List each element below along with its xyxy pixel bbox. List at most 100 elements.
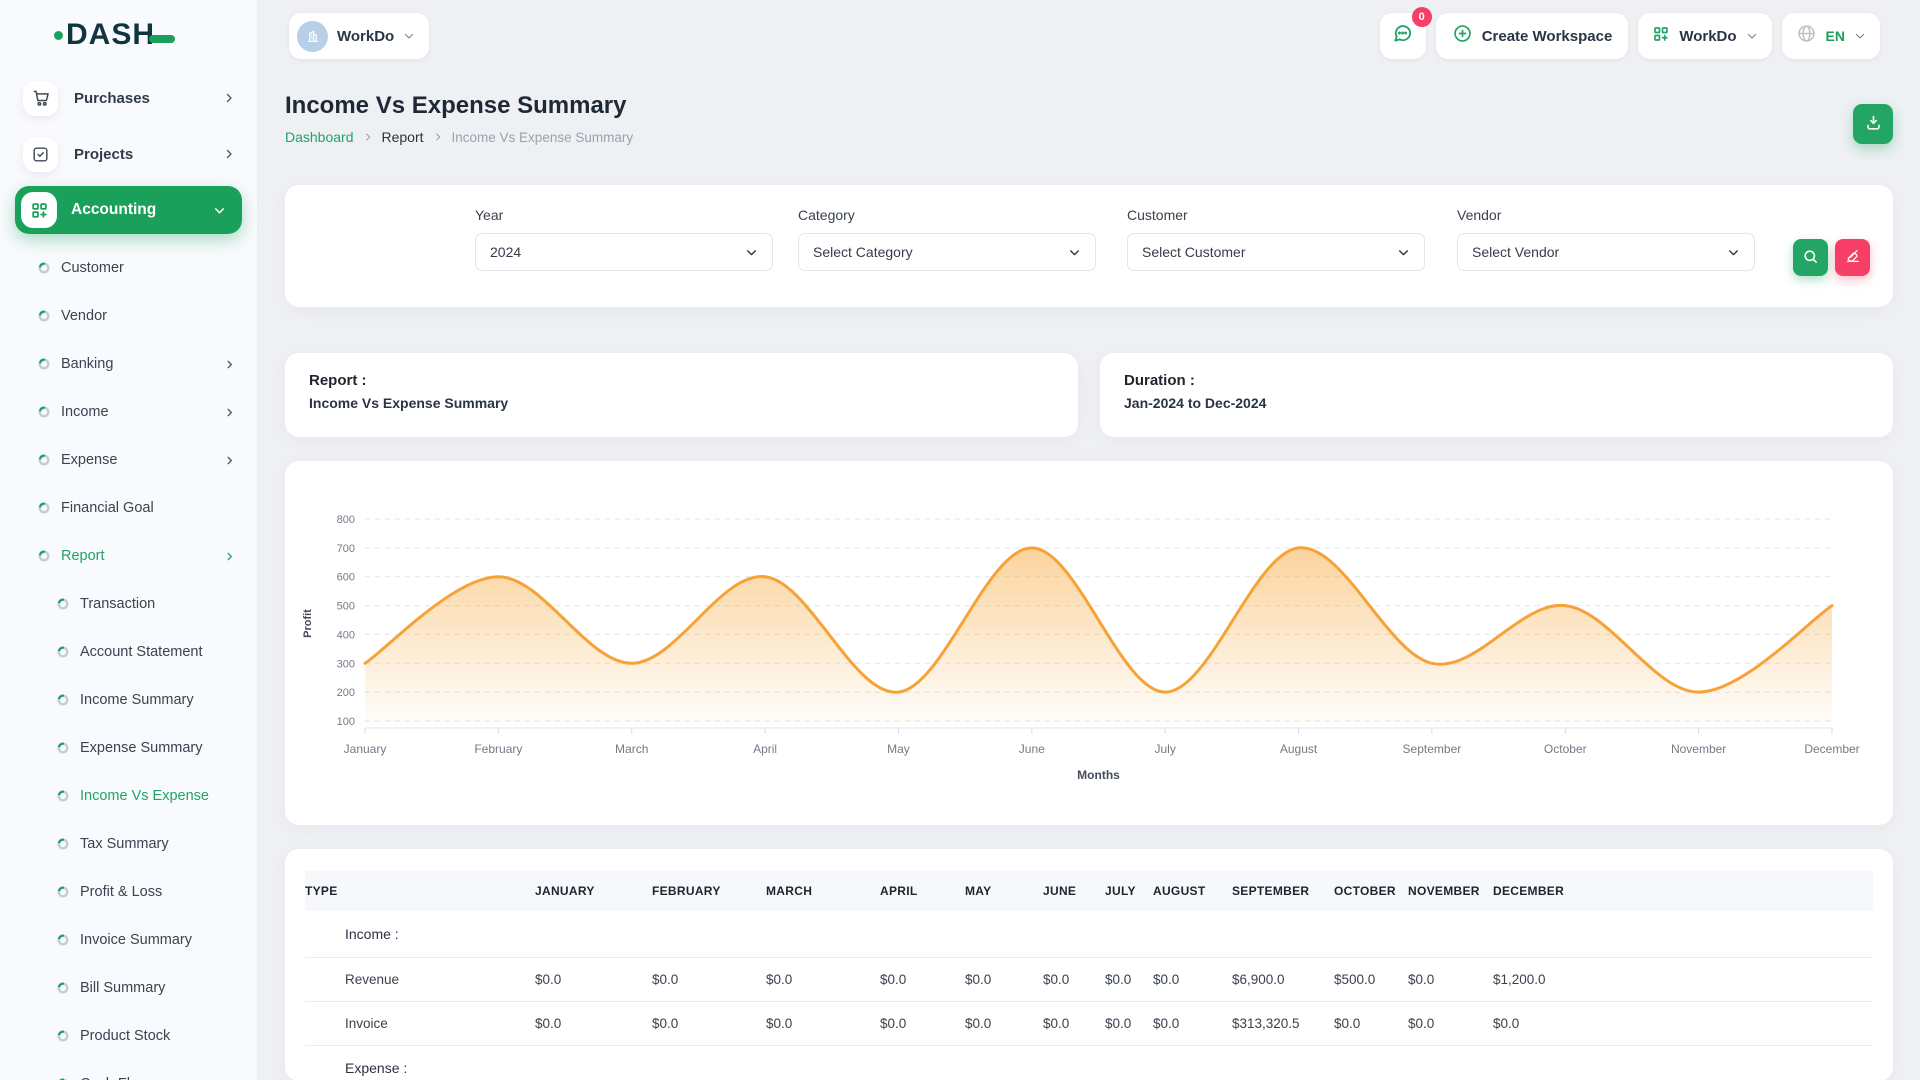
app-logo[interactable]: DASH: [54, 18, 175, 52]
column-header: JUNE: [1043, 871, 1105, 911]
cell: $0.0: [652, 1001, 766, 1045]
category-select[interactable]: Select Category: [798, 233, 1096, 271]
vendor-select[interactable]: Select Vendor: [1457, 233, 1755, 271]
vendor-value: Select Vendor: [1472, 244, 1559, 260]
svg-text:Profit: Profit: [302, 609, 314, 638]
cell: $0.0: [965, 957, 1043, 1001]
sidebar-report-item[interactable]: Product Stock: [0, 1012, 257, 1060]
sidebar-report-item[interactable]: Profit & Loss: [0, 868, 257, 916]
sidebar-subitem[interactable]: Financial Goal: [0, 484, 257, 532]
column-header: FEBRUARY: [652, 871, 766, 911]
sidebar-report-item[interactable]: Income Vs Expense: [0, 772, 257, 820]
cell: $0.0: [535, 957, 652, 1001]
sidebar-subitem[interactable]: Banking: [0, 340, 257, 388]
logo-text: DASH: [66, 18, 155, 52]
column-header: OCTOBER: [1334, 871, 1408, 911]
svg-text:Months: Months: [1077, 768, 1120, 782]
cell: $1,200.0: [1493, 957, 1873, 1001]
sidebar-report-item[interactable]: Invoice Summary: [0, 916, 257, 964]
sidebar-item-projects[interactable]: Projects: [0, 126, 257, 182]
column-header: MAY: [965, 871, 1043, 911]
grid-plus-icon: [21, 192, 57, 228]
svg-text:December: December: [1804, 742, 1859, 756]
download-icon: [1864, 113, 1883, 135]
breadcrumb-current: Income Vs Expense Summary: [452, 130, 634, 145]
sidebar-report-item[interactable]: Income Summary: [0, 676, 257, 724]
messages-button[interactable]: 0: [1380, 13, 1426, 59]
filter-vendor: Vendor Select Vendor: [1457, 207, 1755, 271]
income-expense-table-card: TYPEJANUARYFEBRUARYMARCHAPRILMAYJUNEJULY…: [285, 849, 1893, 1080]
year-select[interactable]: 2024: [475, 233, 773, 271]
donut-bullet-icon: [57, 934, 69, 946]
sidebar-report-item[interactable]: Expense Summary: [0, 724, 257, 772]
sidebar-subitem-label: Report: [61, 548, 105, 564]
sidebar-subitem[interactable]: Customer: [0, 244, 257, 292]
report-card-value: Income Vs Expense Summary: [309, 395, 1054, 411]
sidebar-report-item-label: Expense Summary: [80, 740, 203, 756]
sidebar-report-item-label: Cash Flow: [80, 1076, 149, 1080]
sidebar-subitem[interactable]: Income: [0, 388, 257, 436]
chevron-down-icon: [403, 30, 415, 42]
sidebar-report-item-label: Income Summary: [80, 692, 194, 708]
summary-cards: Report : Income Vs Expense Summary Durat…: [285, 353, 1893, 437]
chevron-right-icon: [223, 148, 235, 160]
sidebar-report-item[interactable]: Account Statement: [0, 628, 257, 676]
sidebar-subitem-label: Financial Goal: [61, 500, 154, 516]
donut-bullet-icon: [57, 646, 69, 658]
logo-dot-icon: [54, 31, 63, 40]
chevron-right-icon: [224, 407, 235, 418]
donut-bullet-icon: [38, 406, 50, 418]
report-summary-card: Report : Income Vs Expense Summary: [285, 353, 1078, 437]
sidebar-report-item-label: Account Statement: [80, 644, 203, 660]
cell: $0.0: [965, 1001, 1043, 1045]
sidebar-report-item[interactable]: Cash Flow: [0, 1060, 257, 1080]
sidebar-report-item[interactable]: Transaction: [0, 580, 257, 628]
sidebar-subitem[interactable]: Report: [0, 532, 257, 580]
workspace-menu-button[interactable]: WorkDo: [1638, 13, 1771, 59]
sidebar-item-purchases[interactable]: Purchases: [0, 70, 257, 126]
sidebar-item-accounting-active[interactable]: Accounting: [15, 186, 242, 234]
table-row: Revenue$0.0$0.0$0.0$0.0$0.0$0.0$0.0$0.0$…: [305, 957, 1873, 1001]
sidebar-report-item-label: Invoice Summary: [80, 932, 192, 948]
breadcrumb-dashboard-link[interactable]: Dashboard: [285, 129, 354, 145]
svg-text:August: August: [1280, 742, 1318, 756]
workspace-name: WorkDo: [337, 28, 394, 45]
reset-filter-button[interactable]: [1835, 239, 1870, 276]
sidebar-report-item-label: Profit & Loss: [80, 884, 162, 900]
duration-summary-card: Duration : Jan-2024 to Dec-2024: [1100, 353, 1893, 437]
cell: Invoice: [305, 1001, 535, 1045]
download-button[interactable]: [1853, 104, 1893, 144]
donut-bullet-icon: [38, 262, 50, 274]
breadcrumb-report-link[interactable]: Report: [382, 129, 424, 145]
cell: $0.0: [1408, 1001, 1493, 1045]
report-submenu: Transaction Account Statement Income Sum…: [0, 580, 257, 1080]
column-header: TYPE: [305, 871, 535, 911]
breadcrumb: Dashboard Report Income Vs Expense Summa…: [285, 129, 1893, 145]
chevron-right-icon: [363, 132, 373, 142]
workspace-selector[interactable]: WorkDo: [289, 13, 429, 59]
sidebar-report-item-label: Tax Summary: [80, 836, 169, 852]
cell: $313,320.5: [1232, 1001, 1334, 1045]
group-label: Expense :: [305, 1045, 1873, 1080]
create-workspace-button[interactable]: Create Workspace: [1436, 13, 1629, 59]
sidebar-report-item[interactable]: Tax Summary: [0, 820, 257, 868]
donut-bullet-icon: [57, 838, 69, 850]
sidebar-subitem[interactable]: Vendor: [0, 292, 257, 340]
sidebar-subitem[interactable]: Expense: [0, 436, 257, 484]
apply-filter-button[interactable]: [1793, 239, 1828, 276]
page-title: Income Vs Expense Summary: [285, 92, 1893, 120]
sidebar-report-item[interactable]: Bill Summary: [0, 964, 257, 1012]
language-selector[interactable]: EN: [1782, 13, 1880, 59]
eraser-icon: [1845, 248, 1861, 267]
sidebar-section-label: Accounting: [71, 201, 156, 219]
logo-dash-icon: [149, 35, 175, 43]
search-icon: [1802, 248, 1819, 268]
chevron-right-icon: [224, 359, 235, 370]
svg-text:200: 200: [337, 687, 355, 699]
category-label: Category: [798, 207, 1096, 223]
customer-select[interactable]: Select Customer: [1127, 233, 1425, 271]
column-header: AUGUST: [1153, 871, 1232, 911]
cell: $0.0: [1043, 957, 1105, 1001]
globe-icon: [1796, 23, 1817, 49]
cell: $0.0: [1334, 1001, 1408, 1045]
